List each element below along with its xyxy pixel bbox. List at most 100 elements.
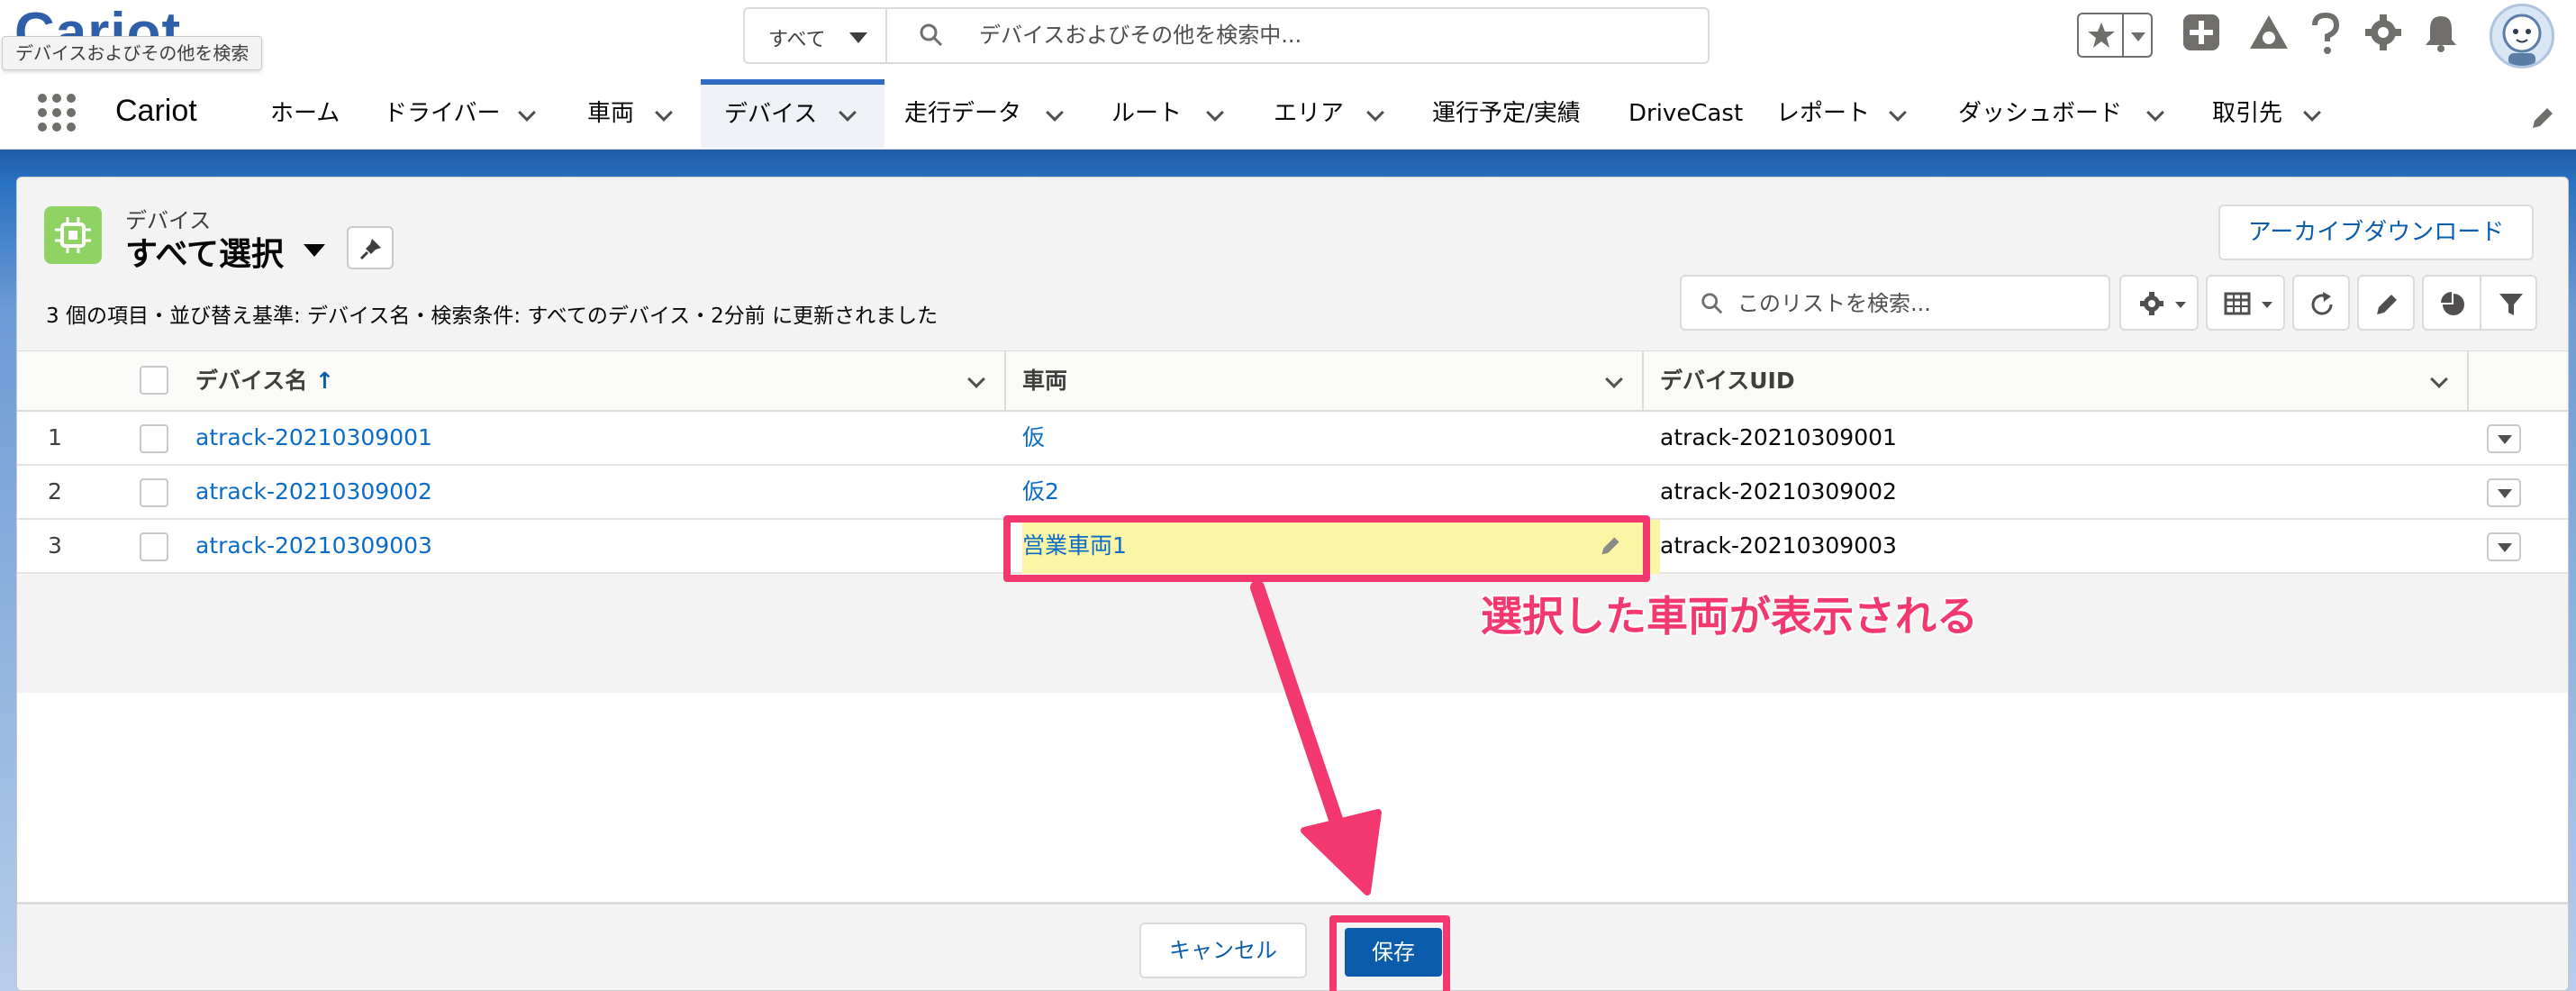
chevron-down-icon[interactable] [839, 104, 857, 122]
annotation-callout: 選択した車両が表示される [1481, 592, 1978, 641]
chevron-down-icon[interactable] [1366, 104, 1384, 122]
row-actions-button[interactable] [2487, 424, 2521, 453]
astro-avatar-icon [2502, 14, 2542, 66]
global-header: Cariot デバイスおよびその他を検索 すべて [0, 0, 2576, 79]
favorites-button[interactable] [2077, 13, 2153, 58]
column-menu-chevron-icon[interactable] [967, 370, 985, 388]
tab-label: DriveCast [1628, 100, 1744, 127]
caret-down-icon [2498, 435, 2512, 444]
tab-devices[interactable]: デバイス [701, 79, 884, 148]
column-resize-handle[interactable] [1004, 351, 1006, 411]
tab-dashboards[interactable]: ダッシュボード [1958, 79, 2165, 148]
chevron-down-icon[interactable] [518, 104, 536, 122]
device-uid: atrack-20210309002 [1660, 478, 1897, 505]
tab-label: ルート [1111, 100, 1183, 127]
row-number: 3 [48, 532, 62, 559]
vehicle-link[interactable]: 仮2 [1022, 466, 1059, 518]
chevron-down-icon[interactable] [1206, 104, 1224, 122]
list-view-name[interactable]: すべて選択 [125, 228, 284, 275]
gear-icon [2140, 292, 2163, 315]
tab-home[interactable]: ホーム [270, 79, 369, 148]
row-actions-button[interactable] [2487, 532, 2521, 561]
pie-chart-icon[interactable] [2440, 291, 2467, 318]
row-checkbox[interactable] [140, 478, 168, 507]
chevron-down-icon[interactable] [1889, 104, 1907, 122]
refresh-button[interactable] [2292, 275, 2350, 331]
notifications-bell-icon[interactable] [2423, 13, 2459, 52]
search-icon [920, 23, 943, 47]
column-menu-chevron-icon[interactable] [1605, 370, 1623, 388]
archive-download-button[interactable]: アーカイブダウンロード [2218, 205, 2534, 260]
global-create-icon[interactable] [2181, 13, 2221, 52]
help-icon[interactable] [2308, 13, 2344, 56]
pin-list-view-button[interactable] [347, 226, 394, 269]
list-view-controls-button[interactable] [2119, 275, 2199, 331]
column-resize-handle[interactable] [2467, 351, 2469, 411]
device-name-link[interactable]: atrack-20210309001 [195, 412, 432, 464]
tab-operation-schedule[interactable]: 運行予定/実績 [1432, 79, 1594, 148]
row-checkbox[interactable] [140, 424, 168, 453]
search-scope-dropdown[interactable]: すべて [745, 9, 887, 62]
row-actions-button[interactable] [2487, 478, 2521, 507]
table-row: 2 atrack-20210309002 仮2 atrack-202103090… [17, 466, 2568, 520]
tab-accounts[interactable]: 取引先 [2212, 79, 2338, 148]
inline-edit-footer: キャンセル 保存 [17, 902, 2568, 990]
column-menu-chevron-icon[interactable] [2430, 370, 2448, 388]
device-uid: atrack-20210309003 [1660, 532, 1897, 559]
column-header-device-name[interactable]: デバイス名 ↑ [195, 351, 334, 411]
caret-down-icon [2498, 543, 2512, 552]
app-launcher-waffle-icon[interactable] [36, 92, 77, 133]
edit-nav-pencil-icon[interactable] [2529, 105, 2556, 132]
display-as-button[interactable] [2206, 275, 2285, 331]
favorites-menu-caret-icon[interactable] [2129, 31, 2147, 43]
row-checkbox[interactable] [140, 532, 168, 561]
device-name-link[interactable]: atrack-20210309003 [195, 520, 432, 572]
tab-drivers[interactable]: ドライバー [384, 79, 551, 148]
select-all-checkbox[interactable] [140, 366, 168, 395]
star-icon [2088, 23, 2115, 48]
caret-down-icon [2262, 302, 2272, 308]
app-navigation-bar: Cariot ホーム ドライバー 車両 デバイス 走行データ ルート エリア 運… [0, 79, 2576, 150]
list-search [1680, 275, 2110, 331]
inline-edit-button[interactable] [2357, 275, 2415, 331]
column-resize-handle[interactable] [1642, 351, 1644, 411]
setup-gear-icon[interactable] [2363, 13, 2403, 52]
tab-label: ダッシュボード [1958, 100, 2123, 127]
row-number: 2 [48, 478, 62, 505]
list-search-input[interactable] [1737, 286, 2098, 322]
tab-routes[interactable]: ルート [1111, 79, 1238, 148]
sort-ascending-icon: ↑ [314, 368, 334, 394]
list-summary: 3 個の項目・並び替え基準: デバイス名・検索条件: すべてのデバイス・2分前 … [46, 305, 939, 328]
table-icon [2224, 292, 2251, 315]
button-divider [2480, 277, 2481, 329]
tab-vehicles[interactable]: 車両 [587, 79, 686, 148]
vehicle-link[interactable]: 仮 [1022, 412, 1045, 464]
column-header-label: デバイス名 [195, 368, 308, 394]
device-chip-icon [44, 206, 102, 264]
trailhead-icon[interactable] [2248, 13, 2290, 54]
tab-label: デバイス [724, 101, 818, 128]
column-header-device-uid[interactable]: デバイスUID [1660, 351, 1795, 411]
chevron-down-icon[interactable] [2303, 104, 2321, 122]
chevron-down-icon[interactable] [2146, 104, 2164, 122]
column-header-vehicle[interactable]: 車両 [1022, 351, 1067, 411]
app-name: Cariot [115, 94, 197, 128]
cancel-button[interactable]: キャンセル [1139, 923, 1307, 978]
list-view-switcher-caret-icon[interactable] [304, 244, 325, 257]
tab-label: 取引先 [2212, 100, 2283, 127]
table-row: 1 atrack-20210309001 仮 atrack-2021030900… [17, 412, 2568, 466]
global-search-input[interactable] [979, 16, 1682, 54]
chevron-down-icon[interactable] [655, 104, 673, 122]
device-name-link[interactable]: atrack-20210309002 [195, 466, 432, 518]
tab-label: ドライバー [384, 100, 501, 127]
pin-icon [359, 239, 381, 260]
highlight-box-save [1329, 915, 1450, 991]
chevron-down-icon[interactable] [1046, 104, 1064, 122]
tab-reports[interactable]: レポート [1776, 79, 1918, 148]
tab-driving-data[interactable]: 走行データ [904, 79, 1081, 148]
tab-drivecast[interactable]: DriveCast [1628, 79, 1746, 148]
tab-label: ホーム [270, 100, 340, 127]
user-avatar[interactable] [2490, 4, 2554, 68]
tab-areas[interactable]: エリア [1274, 79, 1394, 148]
filter-icon[interactable] [2498, 291, 2525, 318]
